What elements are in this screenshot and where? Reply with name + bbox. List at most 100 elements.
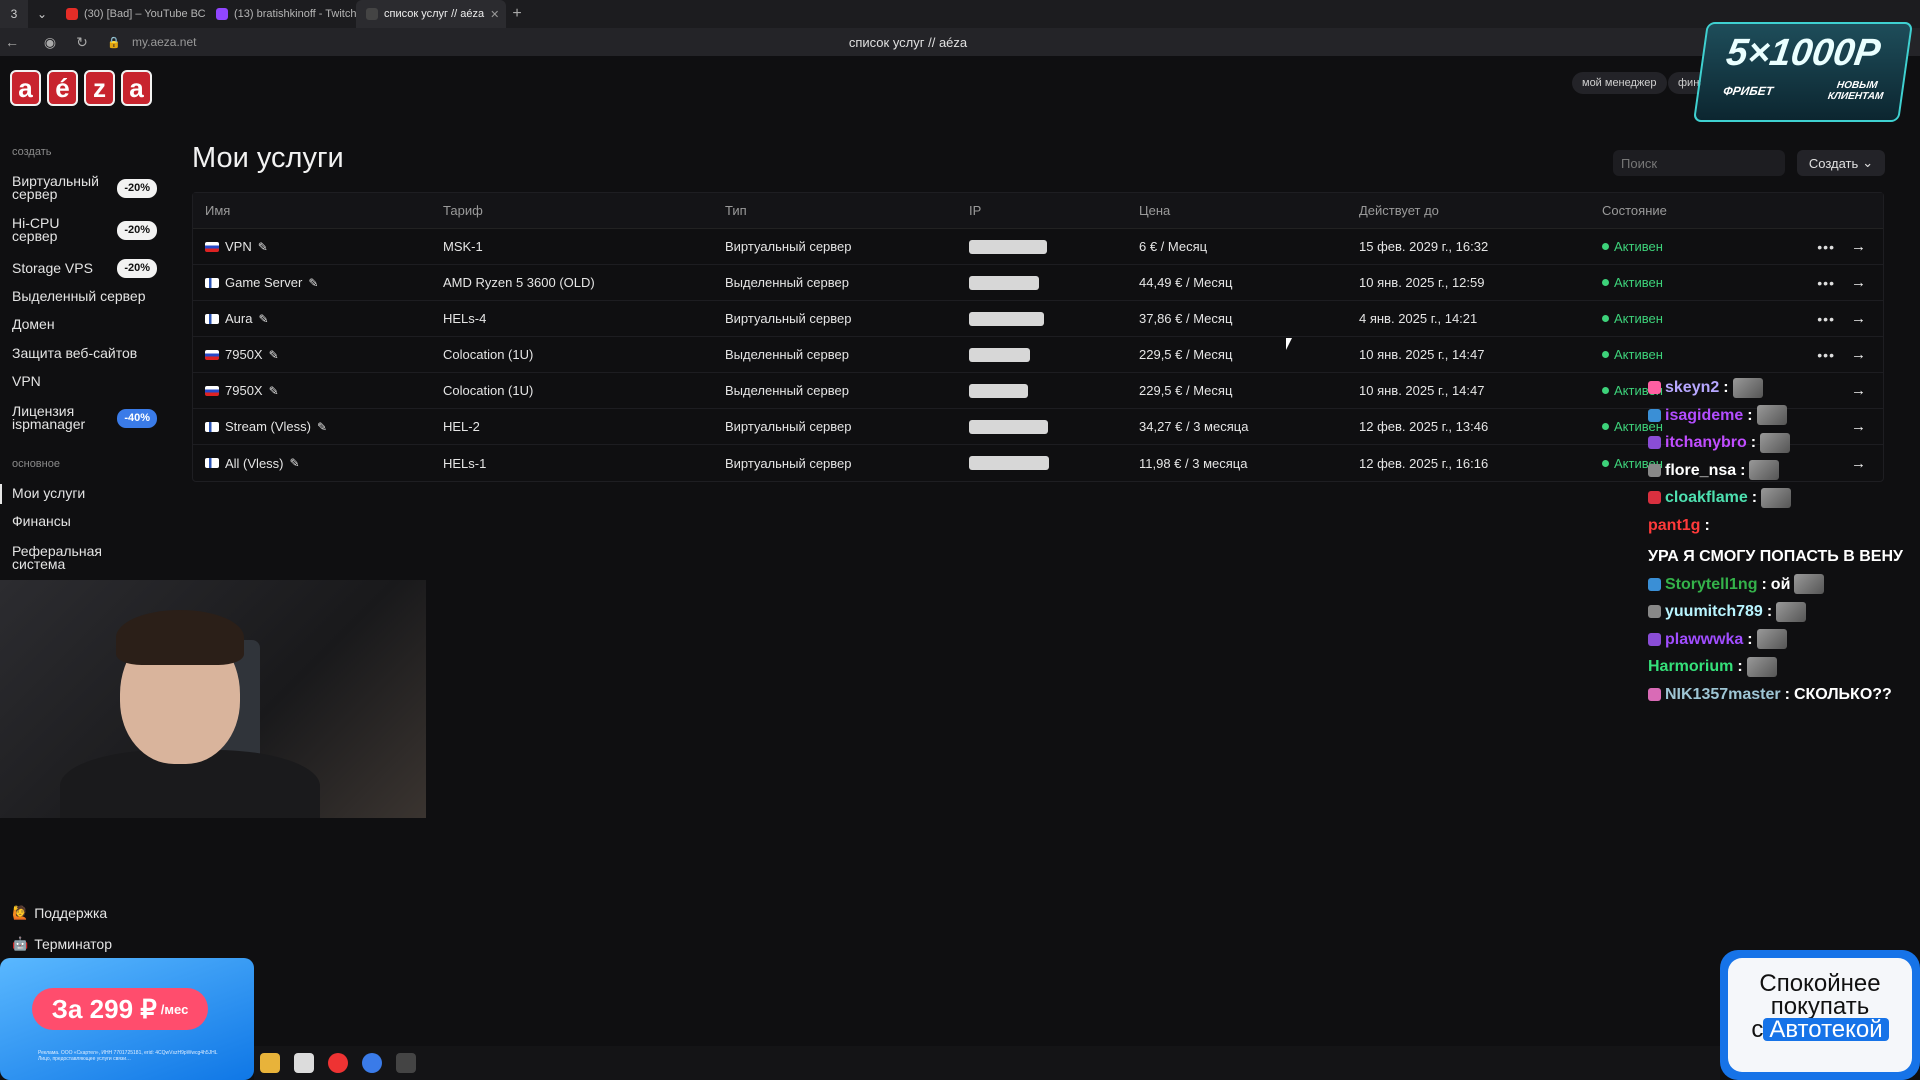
new-tab-button[interactable]: + [506,3,528,25]
more-icon[interactable]: ••• [1817,347,1835,363]
chat-text: СКОЛЬКО?? [1793,685,1892,703]
service-type: Виртуальный сервер [725,455,852,471]
promo-line: с [1751,1016,1764,1043]
table-row[interactable]: 7950X ✎ Colocation (1U) Выделенный сервер… [193,337,1883,373]
app-icon[interactable] [396,1053,416,1073]
table-row[interactable]: Aura ✎ HELs-4 Виртуальный сервер 37,86 € … [193,301,1883,337]
column-header[interactable]: Действует до [1347,203,1590,218]
discount-badge: -40% [117,408,157,428]
sidebar-item-referral[interactable]: Реферальная система [12,544,157,571]
taskbar [254,1046,1720,1080]
edit-icon[interactable]: ✎ [290,456,300,470]
sidebar-item-finance[interactable]: Финансы [12,514,157,528]
tab-aeza[interactable]: список услуг // aéza ✕ [356,0,506,28]
aeza-logo[interactable]: a é z a [10,70,152,106]
tab-label: (13) bratishkinoff - Twitch [234,8,356,20]
search-input[interactable]: Поиск [1613,150,1785,176]
sidebar-item-domain[interactable]: Домен [12,317,157,331]
table-row[interactable]: Game Server ✎ AMD Ryzen 5 3600 (OLD) Выде… [193,265,1883,301]
table-row[interactable]: Stream (Vless) ✎ HEL-2 Виртуальный сервер… [193,409,1883,445]
arrow-right-icon[interactable]: → [1851,346,1866,363]
yandex-browser-icon[interactable] [328,1053,348,1073]
status-badge: Активен [1614,275,1663,290]
store-icon[interactable] [294,1053,314,1073]
status-dot [1602,459,1609,467]
ip-redacted [969,419,1048,434]
chevron-down-icon[interactable]: ⌄ [28,0,56,28]
close-icon[interactable]: ✕ [490,8,499,21]
column-header[interactable]: Тариф [431,203,713,218]
badge-icon [1648,491,1661,505]
table-row[interactable]: All (Vless) ✎ HELs-1 Виртуальный сервер 1… [193,445,1883,481]
column-header[interactable]: Состояние [1590,203,1770,218]
column-header[interactable]: Тип [713,203,957,218]
more-icon[interactable]: ••• [1817,311,1835,327]
column-header[interactable]: Имя [193,203,431,218]
chat-user: NIK1357master [1665,685,1781,703]
app-icon[interactable] [362,1053,382,1073]
service-name: All (Vless) [225,455,284,471]
column-header[interactable]: IP [957,203,1127,218]
chat-message: cloakflame: [1648,484,1920,512]
tab-youtube[interactable]: (30) [Bad] – YouTube ВСЁ [56,0,206,28]
arrow-right-icon[interactable]: → [1851,238,1866,255]
ip-redacted [969,311,1044,326]
more-icon[interactable]: ••• [1817,239,1835,255]
sidebar-item-hi-cpu[interactable]: Hi-CPU сервер -20% [12,215,157,244]
sidebar-item-web-protection[interactable]: Защита веб-сайтов [12,345,157,361]
promo-brand: Автотекой [1763,1018,1889,1042]
edit-icon[interactable]: ✎ [258,240,268,254]
sidebar-item-label: Виртуальный сервер [12,173,99,202]
edit-icon[interactable]: ✎ [317,420,327,434]
arrow-right-icon[interactable]: → [1851,274,1866,291]
sidebar-item-label: VPN [12,373,41,389]
column-header[interactable]: Цена [1127,203,1347,218]
flag-ru-icon [205,349,219,360]
discount-badge: -20% [117,259,157,278]
sidebar-item-vpn[interactable]: VPN [12,373,157,389]
promo-line: НОВЫМ КЛИЕНТАМ [1827,80,1885,102]
aeza-icon [366,8,378,20]
sidebar-item-label: Защита веб-сайтов [12,345,138,361]
webcam-overlay [0,580,426,818]
sidebar-item-support[interactable]: 🙋 Поддержка [12,905,107,921]
edit-icon[interactable]: ✎ [269,348,279,362]
sidebar-item-ispmanager[interactable]: Лицензия ispmanager -40% [12,404,157,431]
service-until: 12 фев. 2025 г., 16:16 [1359,455,1489,471]
folder-icon[interactable] [260,1053,280,1073]
service-type: Выделенный сервер [725,347,849,362]
more-icon[interactable]: ••• [1817,275,1835,291]
status-dot [1602,423,1609,430]
create-button[interactable]: Создать ⌄ [1797,150,1885,176]
my-manager-button[interactable]: мой менеджер [1572,72,1667,94]
arrow-right-icon[interactable]: → [1851,310,1866,327]
badge-icon [1648,381,1661,395]
badge-icon [1648,605,1661,619]
create-button-label: Создать [1808,155,1859,171]
ip-redacted [969,275,1039,290]
sidebar-item-label: Hi-CPU сервер [12,215,60,244]
sidebar-item-terminator[interactable]: 🤖 Терминатор [12,936,112,952]
flag-fi-icon [205,277,219,288]
service-tariff: Colocation (1U) [443,347,534,362]
service-tariff: HELs-4 [443,311,487,326]
emote-icon [1756,405,1787,426]
youtube-icon [66,8,78,20]
tab-twitch[interactable]: (13) bratishkinoff - Twitch [206,0,356,28]
edit-icon[interactable]: ✎ [258,312,268,326]
badge-icon [1648,632,1661,646]
sidebar-item-dedicated[interactable]: Выделенный сервер [12,289,157,303]
sidebar-item-virtual-server[interactable]: Виртуальный сервер -20% [12,173,157,202]
sidebar-item-storage-vps[interactable]: Storage VPS -20% [12,259,157,278]
edit-icon[interactable]: ✎ [269,384,279,398]
status-badge: Активен [1614,347,1663,362]
table-row[interactable]: 7950X ✎ Colocation (1U) Выделенный сервер… [193,373,1883,409]
table-row[interactable]: VPN ✎ MSK-1 Виртуальный сервер 6 € / Меся… [193,229,1883,265]
edit-icon[interactable]: ✎ [308,276,318,290]
sidebar-item-label: Терминатор [34,936,113,952]
chat-user: itchanybro [1665,434,1747,451]
browser-menu-button[interactable]: 3 [0,0,28,28]
sidebar-item-my-services[interactable]: Мои услуги [0,484,157,504]
chat-user: plawwwka [1665,630,1744,648]
chat-message: itchanybro: [1648,429,1920,457]
